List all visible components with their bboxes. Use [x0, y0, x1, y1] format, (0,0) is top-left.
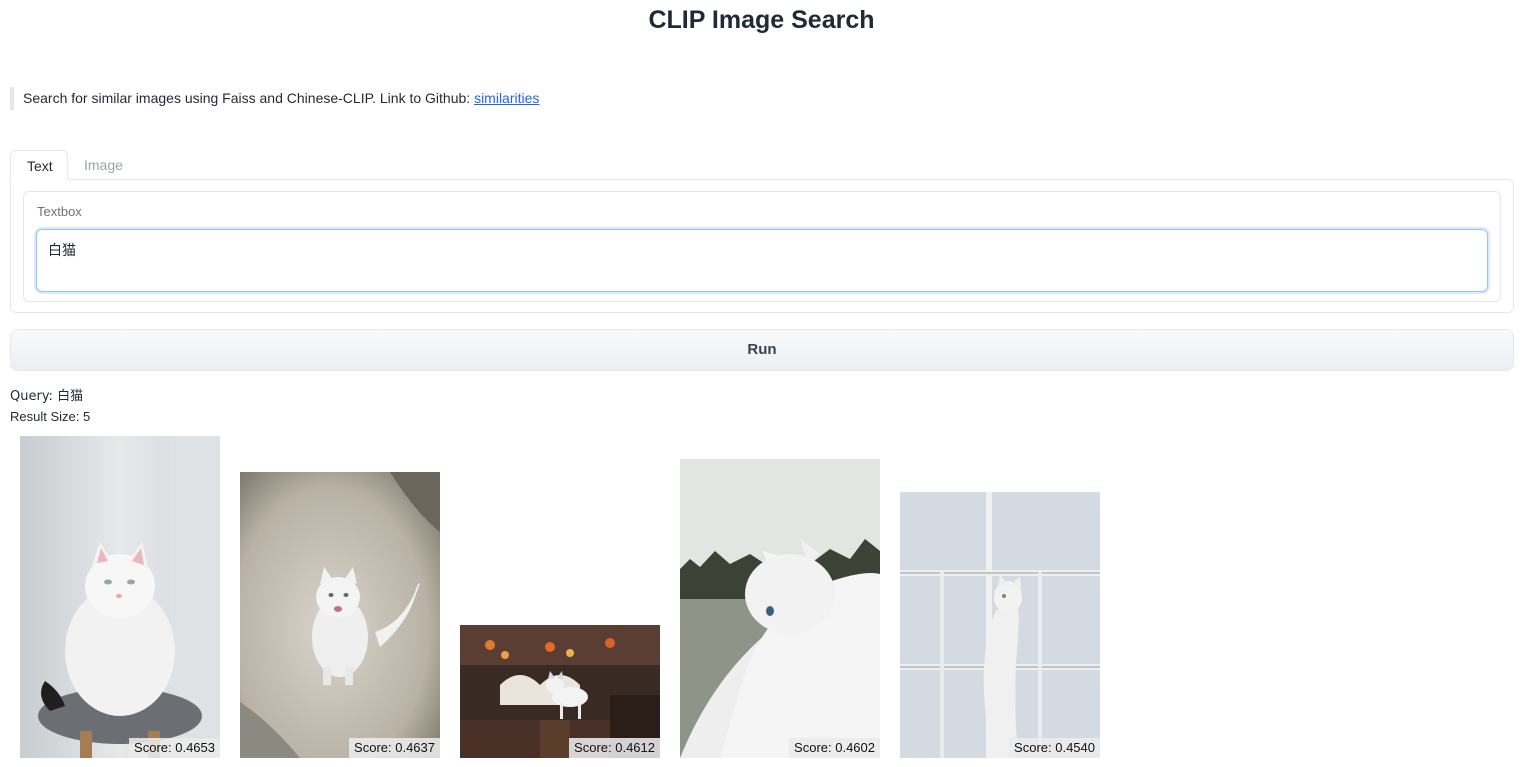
score-label: Score: 0.4602	[789, 738, 880, 758]
white-cat-profile-near-trees-photo	[680, 459, 880, 758]
result-image-2[interactable]: Score: 0.4637	[240, 472, 440, 758]
tab-text[interactable]: Text	[10, 150, 68, 180]
white-cat-sitting-on-ground-photo	[240, 472, 440, 758]
result-image-1[interactable]: Score: 0.4653	[20, 436, 220, 758]
result-size-text: Result Size: 5	[10, 409, 91, 424]
white-cat-behind-window-photo	[900, 492, 1100, 758]
textbox-label: Textbox	[37, 204, 82, 219]
score-label: Score: 0.4540	[1009, 738, 1100, 758]
tab-image[interactable]: Image	[68, 150, 139, 180]
query-text: Query: 白猫	[10, 389, 84, 404]
result-image-3[interactable]: Score: 0.4612	[460, 625, 660, 758]
score-label: Score: 0.4637	[349, 738, 440, 758]
result-image-4[interactable]: Score: 0.4602	[680, 459, 880, 758]
query-textbox[interactable]: 白猫	[36, 229, 1488, 292]
text-tab-panel: Textbox 白猫	[10, 179, 1514, 313]
github-link[interactable]: similarities	[474, 90, 539, 106]
description-text: Search for similar images using Faiss an…	[23, 90, 475, 106]
description: Search for similar images using Faiss an…	[10, 87, 539, 110]
result-image-5[interactable]: Score: 0.4540	[900, 492, 1100, 758]
score-label: Score: 0.4653	[129, 738, 220, 758]
textbox-block: Textbox 白猫	[23, 191, 1501, 302]
run-button[interactable]: Run	[10, 329, 1514, 371]
white-cat-on-stool-photo	[20, 436, 220, 758]
score-label: Score: 0.4612	[569, 738, 660, 758]
page-title: CLIP Image Search	[648, 6, 875, 34]
